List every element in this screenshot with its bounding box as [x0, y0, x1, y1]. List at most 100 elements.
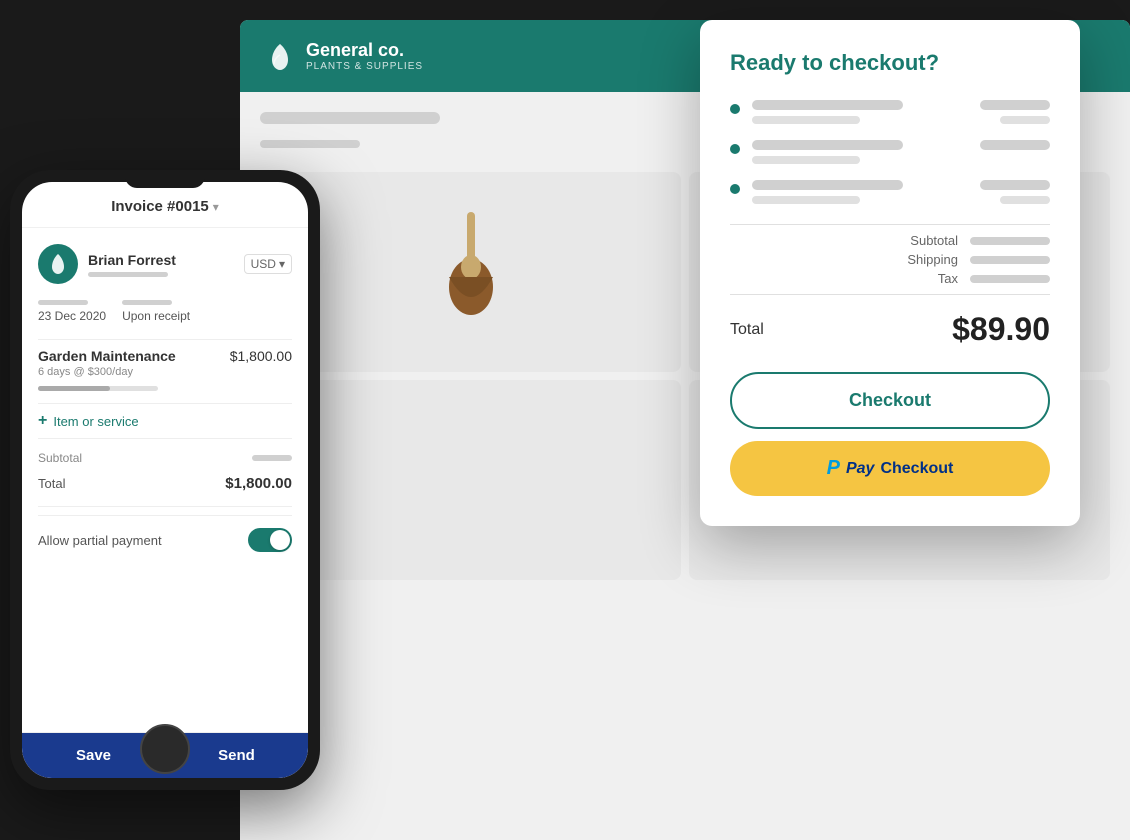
item-dot-3 [730, 184, 740, 194]
avatar [38, 244, 78, 284]
price-line-sm-1 [1000, 116, 1050, 124]
paypal-text: Pay [846, 460, 874, 478]
subtotal-label: Subtotal [910, 233, 958, 248]
partial-payment-label: Allow partial payment [38, 533, 162, 548]
date-field: 23 Dec 2020 [38, 300, 106, 323]
date-row: 23 Dec 2020 Upon receipt [38, 300, 292, 323]
checkout-items [730, 100, 1050, 204]
partial-payment-toggle[interactable] [248, 528, 292, 552]
total-row: Total $89.90 [730, 311, 1050, 348]
divider-4 [38, 506, 292, 507]
item-progress-fill [38, 386, 110, 391]
item-name: Garden Maintenance [38, 348, 176, 364]
item-line-main-1 [752, 100, 903, 110]
sub-bar-placeholder [260, 140, 360, 148]
checkout-modal: Ready to checkout? [700, 20, 1080, 526]
invoice-subtotal-line: Subtotal [38, 447, 292, 469]
item-line-sub-3 [752, 196, 860, 204]
paypal-checkout-button[interactable]: P Pay Checkout [730, 441, 1050, 496]
date-bar [38, 300, 88, 305]
tax-row: Tax [938, 271, 1050, 286]
shipping-value [970, 256, 1050, 264]
toggle-thumb [270, 530, 290, 550]
checkout-item-1 [730, 100, 1050, 124]
price-line-2 [980, 140, 1050, 150]
total-amount: $89.90 [952, 311, 1050, 348]
currency-value: USD [251, 257, 276, 271]
search-bar-placeholder [260, 112, 440, 124]
paypal-checkout-label: Checkout [880, 460, 953, 478]
modal-title: Ready to checkout? [730, 50, 1050, 76]
shipping-label: Shipping [907, 252, 958, 267]
phone-home-button[interactable] [140, 724, 190, 774]
checkout-divider [730, 224, 1050, 225]
invoice-date: 23 Dec 2020 [38, 309, 106, 323]
item-details-1 [752, 100, 968, 124]
company-tagline: PLANTS & SUPPLIES [306, 61, 423, 72]
add-item-row[interactable]: + Item or service [38, 412, 292, 430]
checkout-button[interactable]: Checkout [730, 372, 1050, 429]
product-card-shovel [260, 172, 681, 372]
leaf-avatar-icon [46, 252, 70, 276]
divider-1 [38, 339, 292, 340]
invoice-total-line: Total $1,800.00 [38, 469, 292, 498]
due-field: Upon receipt [122, 300, 190, 323]
company-logo-icon [264, 40, 296, 72]
phone-notch [125, 170, 205, 188]
invoice-subtotal-label: Subtotal [38, 451, 82, 465]
item-progress-bar [38, 386, 158, 391]
client-left: Brian Forrest [38, 244, 176, 284]
invoice-number: Invoice #0015 [111, 198, 209, 215]
invoice-header: Invoice #0015 ▾ [22, 182, 308, 228]
item-dot-1 [730, 104, 740, 114]
company-name: General co. [306, 40, 423, 61]
price-line-1 [980, 100, 1050, 110]
due-date: Upon receipt [122, 309, 190, 323]
item-price: $1,800.00 [230, 348, 292, 364]
add-icon: + [38, 412, 47, 430]
item-line-main-2 [752, 140, 903, 150]
divider-2 [38, 403, 292, 404]
company-info: General co. PLANTS & SUPPLIES [306, 40, 423, 72]
item-line-main-3 [752, 180, 903, 190]
currency-chevron-icon: ▾ [279, 257, 285, 271]
item-price-col-1 [980, 100, 1050, 124]
shovel-icon [431, 212, 511, 332]
item-line-sub-1 [752, 116, 860, 124]
partial-payment-row: Allow partial payment [38, 515, 292, 564]
item-details-2 [752, 140, 968, 164]
invoice-item-row: Garden Maintenance $1,800.00 6 days @ $3… [38, 348, 292, 391]
item-description: 6 days @ $300/day [38, 366, 292, 378]
subtotal-row: Subtotal [910, 233, 1050, 248]
checkout-item-3 [730, 180, 1050, 204]
client-name: Brian Forrest [88, 252, 176, 268]
subtotal-section: Subtotal Shipping Tax [730, 233, 1050, 286]
price-line-3 [980, 180, 1050, 190]
client-row: Brian Forrest USD ▾ [38, 244, 292, 284]
tax-value [970, 275, 1050, 283]
shipping-row: Shipping [907, 252, 1050, 267]
item-price-col-2 [980, 140, 1050, 150]
invoice-body: Brian Forrest USD ▾ 23 Dec 2020 Upon rec… [22, 228, 308, 732]
phone: Invoice #0015 ▾ Brian Forrest [10, 170, 320, 790]
item-line-sub-2 [752, 156, 860, 164]
subtotal-value [970, 237, 1050, 245]
currency-selector[interactable]: USD ▾ [244, 254, 292, 274]
total-label: Total [730, 321, 764, 339]
invoice-total-label: Total [38, 476, 65, 491]
phone-screen: Invoice #0015 ▾ Brian Forrest [22, 182, 308, 778]
product-card-3 [260, 380, 681, 580]
subtotal-bar-sm [252, 455, 292, 461]
item-dot-2 [730, 144, 740, 154]
checkout-divider-2 [730, 294, 1050, 295]
due-bar [122, 300, 172, 305]
client-info: Brian Forrest [88, 252, 176, 277]
tax-label: Tax [938, 271, 958, 286]
price-line-sm-3 [1000, 196, 1050, 204]
add-item-label: Item or service [53, 414, 138, 429]
divider-3 [38, 438, 292, 439]
item-price-col-3 [980, 180, 1050, 204]
item-details-3 [752, 180, 968, 204]
invoice-total-value: $1,800.00 [225, 475, 292, 492]
checkout-item-2 [730, 140, 1050, 164]
